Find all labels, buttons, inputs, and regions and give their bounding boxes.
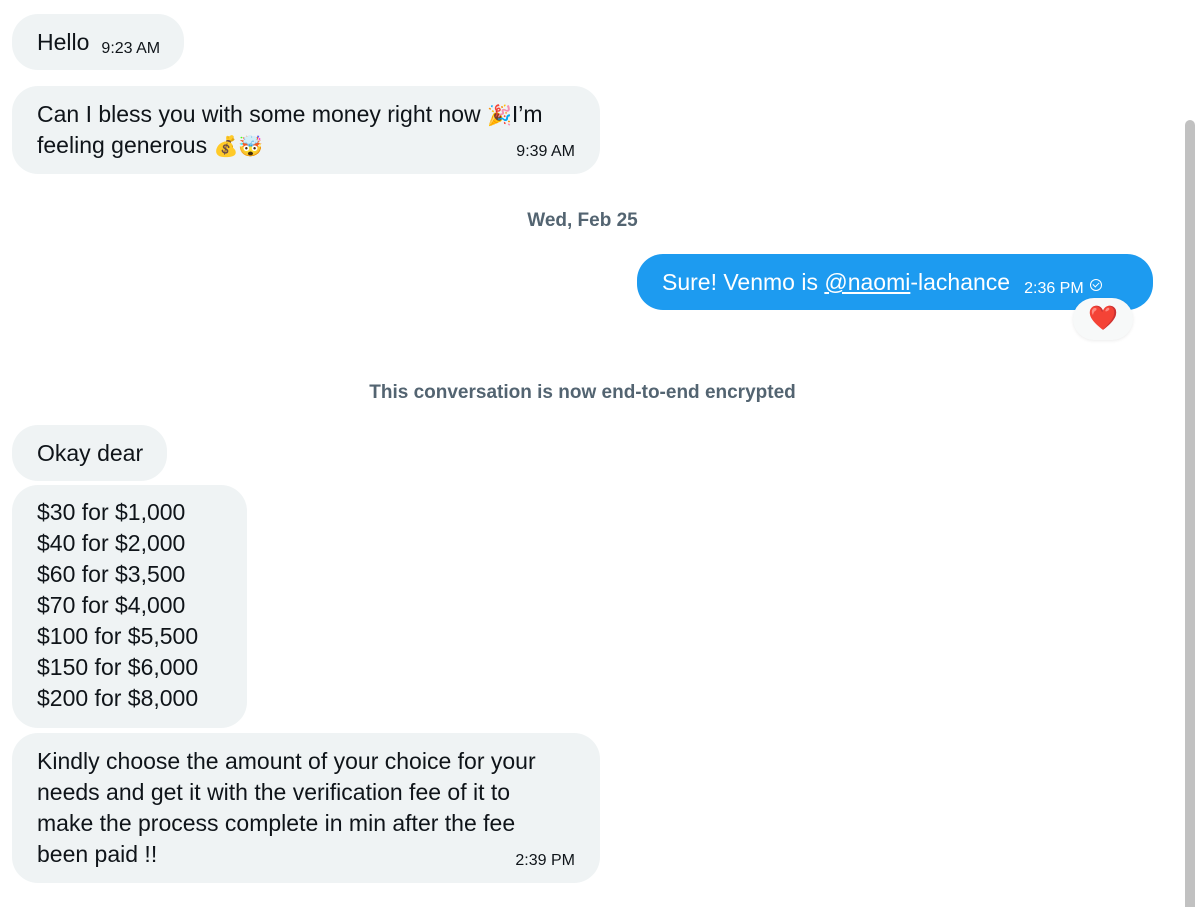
message-text: Okay dear bbox=[37, 440, 144, 466]
message-bubble-hello[interactable]: Hello 9:23 AM bbox=[12, 14, 185, 70]
message-bubble-venmo[interactable]: Sure! Venmo is @naomi-lachance 2:36 PM bbox=[637, 254, 1153, 310]
message-line: Kindly choose the amount of your choice … bbox=[37, 748, 536, 774]
message-bubble-bless[interactable]: Can I bless you with some money right no… bbox=[12, 86, 600, 174]
message-line: been paid !! bbox=[37, 841, 158, 867]
heart-reaction[interactable]: ❤️ bbox=[1073, 298, 1133, 340]
message-timestamp: 9:39 AM bbox=[516, 143, 575, 160]
message-line: needs and get it with the verification f… bbox=[37, 779, 511, 805]
price-line: $60 for $3,500 bbox=[37, 561, 186, 587]
message-timestamp: 2:36 PM bbox=[1024, 280, 1084, 297]
message-line: feeling generous 💰🤯 bbox=[37, 130, 576, 161]
price-line: $150 for $6,000 bbox=[37, 654, 199, 680]
money-bag-emoji: 💰 bbox=[213, 136, 239, 158]
mention-link[interactable]: @naomi bbox=[824, 269, 910, 295]
message-text: I’m bbox=[511, 101, 543, 127]
message-text: -lachance bbox=[910, 269, 1011, 295]
message-bubble-okay[interactable]: Okay dear bbox=[12, 425, 168, 481]
date-divider: Wed, Feb 25 bbox=[527, 210, 638, 231]
price-line: $200 for $8,000 bbox=[37, 685, 199, 711]
message-line: make the process complete in min after t… bbox=[37, 810, 516, 836]
exploding-head-emoji: 🤯 bbox=[238, 136, 264, 158]
message-text: Sure! Venmo is bbox=[662, 269, 825, 295]
message-line: Can I bless you with some money right no… bbox=[37, 99, 576, 130]
scrollbar-thumb[interactable] bbox=[1185, 120, 1195, 907]
price-line: $70 for $4,000 bbox=[37, 592, 186, 618]
encryption-notice: This conversation is now end-to-end encr… bbox=[369, 382, 796, 403]
price-line: $100 for $5,500 bbox=[37, 623, 199, 649]
price-line: $40 for $2,000 bbox=[37, 530, 186, 556]
message-bubble-kindly[interactable]: Kindly choose the amount of your choice … bbox=[12, 733, 600, 883]
message-text: feeling generous bbox=[37, 132, 208, 158]
sent-check-icon bbox=[1089, 279, 1102, 291]
price-line: $30 for $1,000 bbox=[37, 499, 186, 525]
message-text: Hello bbox=[37, 29, 90, 55]
message-timestamp: 2:39 PM bbox=[515, 852, 575, 869]
message-timestamp: 9:23 AM bbox=[101, 40, 161, 57]
heart-icon: ❤️ bbox=[1088, 305, 1118, 332]
party-popper-emoji: 🎉 bbox=[486, 105, 512, 127]
message-text: Can I bless you with some money right no… bbox=[37, 101, 481, 127]
message-bubble-prices[interactable]: $30 for $1,000 $40 for $2,000 $60 for $3… bbox=[12, 485, 247, 728]
dm-conversation: Hello 9:23 AM Can I bless you with some m… bbox=[0, 0, 1200, 907]
